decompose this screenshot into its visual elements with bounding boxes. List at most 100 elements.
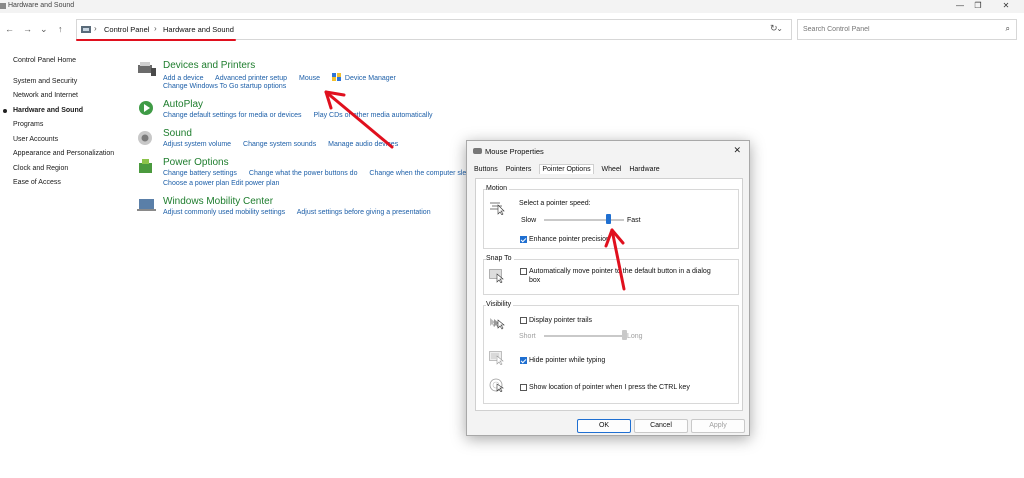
tab-pointers[interactable]: Pointers <box>506 166 532 173</box>
autoplay-icon <box>139 101 153 115</box>
change-battery-settings-link[interactable]: Change battery settings <box>163 170 237 177</box>
sidebar-item-network-and-internet[interactable]: Network and Internet <box>13 92 114 107</box>
pointer-speed-slider-track[interactable] <box>544 219 624 221</box>
long-label: Long <box>627 333 643 340</box>
devices-and-printers-links-row2: Change Windows To Go startup options <box>163 83 286 90</box>
sidebar-item-control-panel-home[interactable]: Control Panel Home <box>13 57 114 72</box>
dialog-tabs: Buttons Pointers Pointer Options Wheel H… <box>474 164 666 178</box>
annotation-underline <box>76 39 236 41</box>
windows-to-go-link[interactable]: Change Windows To Go startup options <box>163 83 286 90</box>
play-cds-link[interactable]: Play CDs or other media automatically <box>313 112 432 119</box>
sidebar-item-hardware-and-sound[interactable]: Hardware and Sound <box>13 107 114 122</box>
sidebar-item-ease-of-access[interactable]: Ease of Access <box>13 179 114 194</box>
manage-audio-devices-link[interactable]: Manage audio devices <box>328 141 398 148</box>
change-system-sounds-link[interactable]: Change system sounds <box>243 141 316 148</box>
sound-title[interactable]: Sound <box>163 128 192 139</box>
tab-pointer-options[interactable]: Pointer Options <box>539 164 594 174</box>
edit-power-plan-link[interactable]: Edit power plan <box>231 180 279 187</box>
presentation-settings-link[interactable]: Adjust settings before giving a presenta… <box>297 209 431 216</box>
sidebar-item-programs[interactable]: Programs <box>13 121 114 136</box>
pointer-trails-checkbox[interactable] <box>520 317 527 324</box>
pointer-speed-icon <box>490 202 505 215</box>
search-icon[interactable]: ⌕ <box>1006 24 1010 34</box>
power-options-title[interactable]: Power Options <box>163 157 229 168</box>
pointer-options-page: Motion Select a pointer speed: Slow Fast… <box>475 178 743 411</box>
window-title: Hardware and Sound <box>8 2 75 9</box>
close-window-button[interactable]: ✕ <box>996 1 1016 10</box>
add-a-device-link[interactable]: Add a device <box>163 75 203 82</box>
mobility-center-icon <box>137 199 156 211</box>
adjust-system-volume-link[interactable]: Adjust system volume <box>163 141 231 148</box>
change-default-settings-link[interactable]: Change default settings for media or dev… <box>163 112 302 119</box>
sound-links: Adjust system volume Change system sound… <box>163 141 408 148</box>
enhance-precision-checkbox[interactable] <box>520 236 527 243</box>
breadcrumb-separator: › <box>94 24 97 33</box>
mobility-center-links: Adjust commonly used mobility settings A… <box>163 209 441 216</box>
tab-buttons[interactable]: Buttons <box>474 166 498 173</box>
hide-pointer-checkbox[interactable] <box>520 357 527 364</box>
devices-and-printers-title[interactable]: Devices and Printers <box>163 60 255 71</box>
device-manager-link[interactable]: Device Manager <box>345 75 396 82</box>
minimize-button[interactable]: — <box>950 1 970 10</box>
search-box[interactable]: ⌕ <box>797 19 1017 40</box>
autoplay-title[interactable]: AutoPlay <box>163 99 203 110</box>
forward-icon[interactable]: → <box>23 24 32 34</box>
autoplay-links: Change default settings for media or dev… <box>163 112 443 119</box>
mobility-center-title[interactable]: Windows Mobility Center <box>163 196 273 207</box>
show-location-checkbox[interactable] <box>520 384 527 391</box>
snap-to-label-line2: box <box>529 277 541 284</box>
tab-hardware[interactable]: Hardware <box>629 166 659 173</box>
control-panel-icon <box>81 26 91 33</box>
refresh-icon[interactable]: ↻ <box>770 23 778 34</box>
sound-icon <box>138 131 152 145</box>
shield-icon <box>331 73 341 81</box>
fast-label: Fast <box>627 217 641 224</box>
snap-to-icon <box>489 269 504 283</box>
computer-sleeps-link[interactable]: Change when the computer sleeps <box>369 170 477 177</box>
pointer-trails-slider <box>621 330 627 340</box>
visibility-group-label: Visibility <box>486 301 514 308</box>
sidebar-item-system-and-security[interactable]: System and Security <box>13 78 114 93</box>
power-options-links-row2: Choose a power plan Edit power plan <box>163 180 279 187</box>
address-bar[interactable]: › Control Panel › Hardware and Sound ⌄ <box>76 19 792 40</box>
sidebar-item-clock-and-region[interactable]: Clock and Region <box>13 165 114 180</box>
search-input[interactable] <box>803 20 993 39</box>
devices-and-printers-icon <box>138 62 156 76</box>
sidebar-item-appearance[interactable]: Appearance and Personalization <box>13 150 114 165</box>
snap-to-checkbox[interactable] <box>520 268 527 275</box>
recent-locations-icon[interactable]: ⌄ <box>40 24 48 35</box>
apply-button[interactable]: Apply <box>691 419 745 433</box>
pointer-trails-slider-track <box>544 335 624 337</box>
active-bullet <box>3 109 7 113</box>
choose-power-plan-link[interactable]: Choose a power plan <box>163 180 229 187</box>
devices-and-printers-links: Add a device Advanced printer setup Mous… <box>163 73 406 82</box>
motion-group-label: Motion <box>486 185 510 192</box>
show-location-label: Show location of pointer when I press th… <box>529 384 690 391</box>
up-icon[interactable]: ↑ <box>58 24 63 34</box>
pointer-speed-slider[interactable] <box>605 214 611 224</box>
control-panel-icon <box>0 3 6 9</box>
window-titlebar: Hardware and Sound — ❐ ✕ <box>0 0 1024 13</box>
mobility-settings-link[interactable]: Adjust commonly used mobility settings <box>163 209 285 216</box>
ok-button[interactable]: OK <box>577 419 631 433</box>
annotation-arrow-to-mouse <box>324 90 394 149</box>
breadcrumb-control-panel[interactable]: Control Panel <box>104 25 149 34</box>
advanced-printer-setup-link[interactable]: Advanced printer setup <box>215 75 287 82</box>
enhance-precision-label: Enhance pointer precision <box>529 236 610 243</box>
mouse-link[interactable]: Mouse <box>299 75 320 82</box>
tab-wheel[interactable]: Wheel <box>602 166 622 173</box>
dialog-title: Mouse Properties <box>485 147 544 156</box>
maximize-button[interactable]: ❐ <box>968 1 988 10</box>
hide-pointer-label: Hide pointer while typing <box>529 357 606 364</box>
power-buttons-link[interactable]: Change what the power buttons do <box>249 170 358 177</box>
back-icon[interactable]: ← <box>5 24 14 34</box>
dialog-close-icon[interactable]: ✕ <box>733 145 741 156</box>
sidebar-item-user-accounts[interactable]: User Accounts <box>13 136 114 151</box>
short-label: Short <box>519 333 536 340</box>
slow-label: Slow <box>521 217 537 224</box>
snap-to-group <box>483 259 739 295</box>
power-options-links: Change battery settings Change what the … <box>163 170 488 177</box>
cancel-button[interactable]: Cancel <box>634 419 688 433</box>
breadcrumb-hardware-and-sound[interactable]: Hardware and Sound <box>163 25 234 34</box>
pointer-trails-label: Display pointer trails <box>529 317 593 324</box>
